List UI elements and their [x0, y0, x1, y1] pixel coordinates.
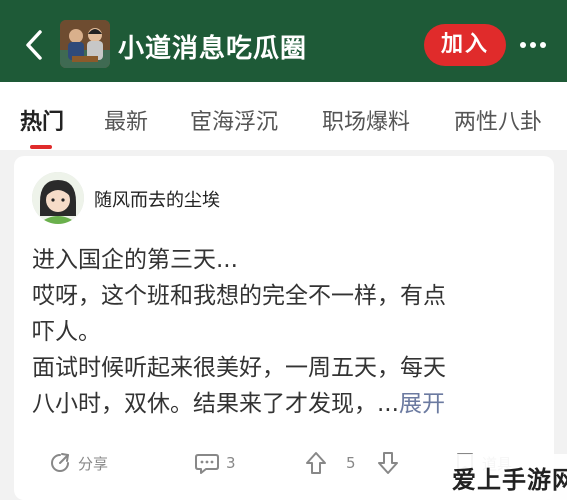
author-avatar[interactable] — [32, 172, 84, 224]
category-tabs: 热门 最新 宦海浮沉 职场爆料 两性八卦 — [0, 82, 567, 150]
post-line-last: 八小时，双休。结果来了才发现，...展开 — [32, 386, 538, 422]
active-tab-indicator — [30, 145, 52, 149]
group-avatar[interactable] — [60, 20, 110, 68]
post-line: 吓人。 — [32, 319, 101, 345]
more-button[interactable] — [516, 30, 550, 60]
post-line-text: 八小时，双休。结果来了才发现，... — [32, 391, 399, 417]
tab-latest[interactable]: 最新 — [104, 104, 148, 136]
tab-officialdom[interactable]: 宦海浮沉 — [190, 104, 278, 136]
expand-link[interactable]: 展开 — [399, 391, 445, 417]
group-title: 小道消息吃瓜圈 — [118, 34, 308, 64]
share-icon — [51, 453, 69, 472]
chevron-left-icon — [26, 30, 42, 60]
share-label: 分享 — [78, 454, 109, 473]
comment-icon — [195, 454, 219, 474]
top-bar: 小道消息吃瓜圈 加入 — [0, 0, 567, 82]
site-watermark: 爱上手游网 — [440, 454, 567, 500]
author-avatar-image — [32, 172, 84, 224]
author-name[interactable]: 随风而去的尘埃 — [94, 186, 220, 212]
join-button[interactable]: 加入 — [424, 24, 506, 66]
tab-workplace[interactable]: 职场爆料 — [322, 104, 410, 136]
upvote-button[interactable] — [304, 448, 328, 478]
arrow-up-icon — [306, 452, 326, 474]
watermark-text: 爱上手游网 — [452, 465, 567, 494]
post-line: 哎呀，这个班和我想的完全不一样，有点 — [32, 283, 446, 309]
tab-gossip[interactable]: 两性八卦 — [454, 104, 542, 136]
post-line: 进入国企的第三天... — [32, 247, 238, 273]
more-dots-icon — [520, 42, 546, 48]
vote-count: 5 — [346, 454, 356, 472]
comment-button[interactable]: 3 — [194, 448, 236, 478]
share-button[interactable]: 分享 — [48, 448, 108, 478]
post-card: 随风而去的尘埃 进入国企的第三天... 哎呀，这个班和我想的完全不一样，有点 吓… — [14, 156, 554, 500]
arrow-down-icon — [378, 452, 398, 474]
downvote-button[interactable] — [376, 448, 400, 478]
post-content[interactable]: 进入国企的第三天... 哎呀，这个班和我想的完全不一样，有点 吓人。 面试时候听… — [32, 242, 538, 422]
back-button[interactable] — [22, 28, 48, 62]
tab-hot[interactable]: 热门 — [20, 104, 64, 136]
group-avatar-image — [60, 20, 110, 68]
post-line: 面试时候听起来很美好，一周五天，每天 — [32, 355, 446, 381]
comment-count: 3 — [226, 454, 236, 472]
